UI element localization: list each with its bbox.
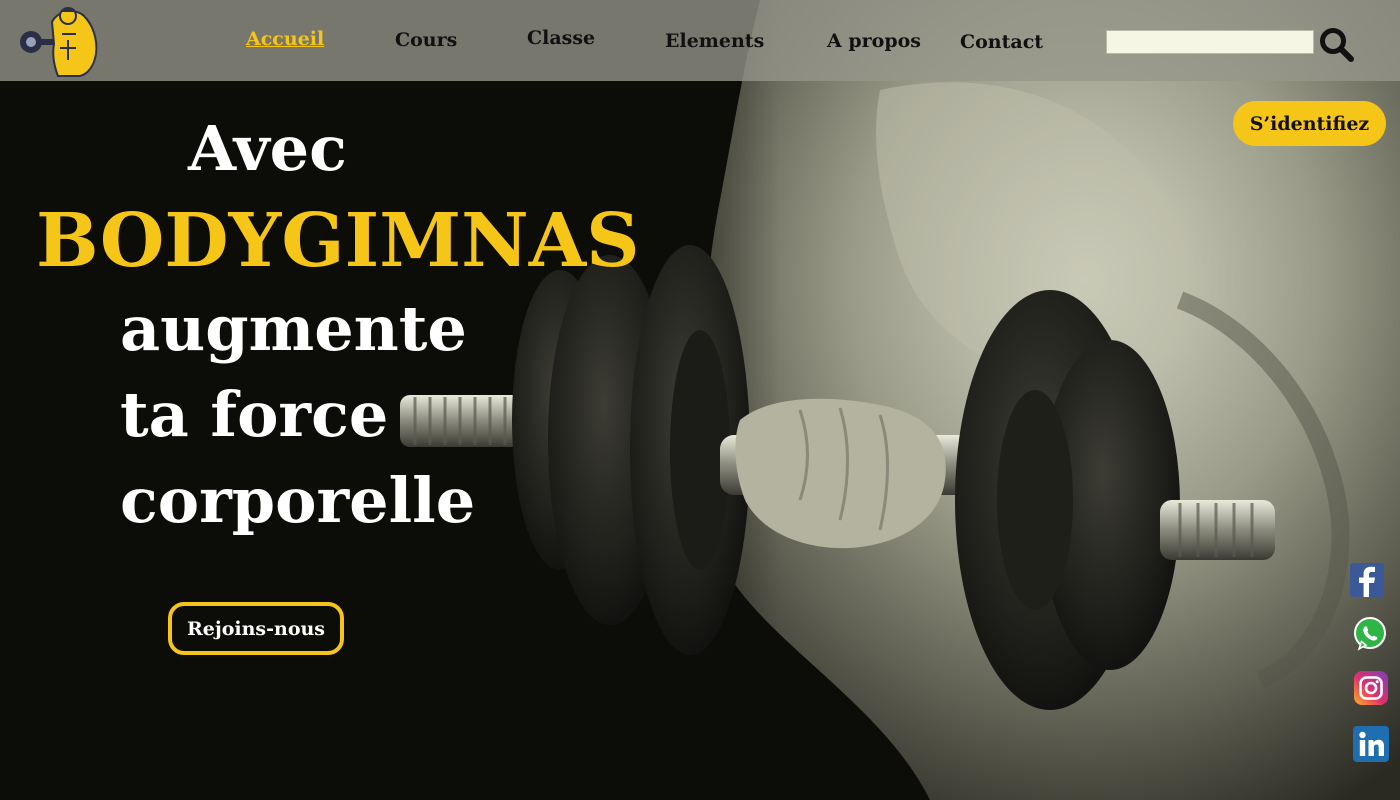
login-button[interactable]: S’identifiez [1233,101,1386,146]
hero-line-ta-force: ta force [120,378,389,451]
hero-brand-name: BODYGIMNAS [36,198,640,284]
nav-cours[interactable]: Cours [395,29,457,51]
facebook-icon [1350,563,1384,597]
whatsapp-icon [1354,617,1386,651]
hero-line-corporelle: corporelle [120,464,476,537]
hero-line-avec: Avec [188,112,347,185]
search-icon [1320,28,1354,62]
whatsapp-link[interactable] [1353,617,1387,655]
search-button[interactable] [1318,26,1356,64]
search-input[interactable] [1106,30,1314,54]
gym-logo[interactable] [18,4,104,78]
nav-contact[interactable]: Contact [960,31,1043,53]
nav-a-propos[interactable]: A propos [827,30,921,52]
join-button[interactable]: Rejoins-nous [168,602,344,655]
nav-classe[interactable]: Classe [527,27,595,49]
hero-line-augmente: augmente [120,292,467,365]
bodybuilder-logo-icon [20,7,98,77]
top-navigation-bar: Accueil Cours Classe Elements A propos C… [0,0,1400,81]
instagram-link[interactable] [1354,671,1388,709]
nav-elements[interactable]: Elements [665,30,764,52]
instagram-icon [1354,671,1388,705]
nav-accueil[interactable]: Accueil [246,28,324,50]
linkedin-link[interactable] [1353,726,1389,766]
linkedin-icon [1353,726,1389,762]
facebook-link[interactable] [1350,563,1384,601]
